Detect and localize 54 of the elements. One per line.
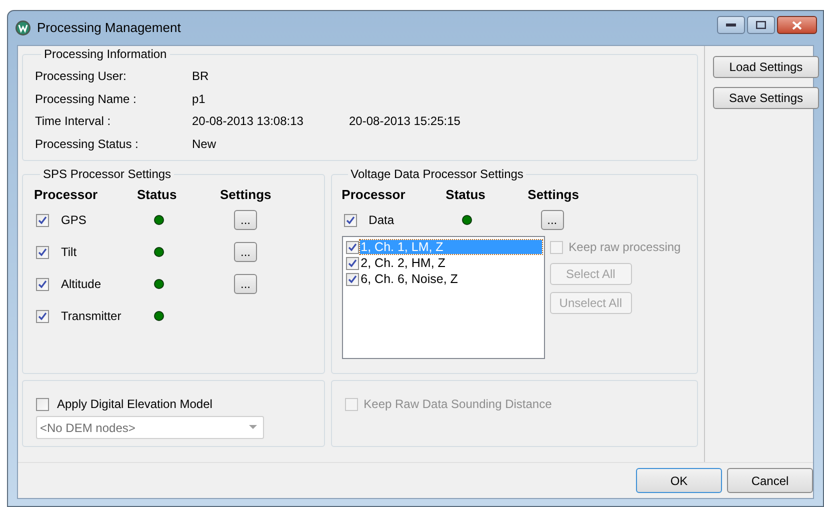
- dialog-button[interactable]: OK: [636, 468, 722, 493]
- dialog-button[interactable]: Cancel: [727, 468, 813, 493]
- processor-name: Tilt: [61, 244, 77, 261]
- column-header: Processor: [34, 186, 99, 204]
- group-title: Processing Information: [43, 47, 168, 61]
- info-label: Processing User:: [35, 68, 128, 86]
- info-label: Processing Name :: [35, 90, 138, 108]
- info-value: 20-08-2013 13:08:13: [192, 113, 304, 130]
- column-header: Status: [137, 186, 178, 204]
- maximize-button[interactable]: [747, 16, 775, 34]
- channel-item[interactable]: 2, Ch. 2, HM, Z: [360, 256, 542, 270]
- column-header: Settings: [528, 186, 579, 204]
- close-icon: [792, 20, 802, 30]
- processor-name: Data: [368, 212, 394, 229]
- checkbox[interactable]: [36, 246, 49, 258]
- column-header: Processor: [342, 186, 406, 204]
- checkbox-label: Keep Raw Data Sounding Distance: [364, 396, 552, 413]
- checkbox[interactable]: [36, 310, 49, 322]
- info-value: p1: [192, 90, 206, 108]
- info-value: BR: [192, 68, 210, 86]
- checkbox[interactable]: [36, 214, 49, 226]
- checkbox-label: Apply Digital Elevation Model: [57, 396, 212, 413]
- minimize-icon: [726, 23, 736, 27]
- window-title: Processing Management: [37, 19, 181, 38]
- maximize-icon: [756, 21, 766, 29]
- checkbox[interactable]: [346, 256, 359, 270]
- processor-name: Transmitter: [61, 308, 122, 325]
- info-value: 20-08-2013 15:25:15: [349, 113, 462, 130]
- column-header: Status: [446, 186, 486, 204]
- checkbox[interactable]: [36, 278, 49, 290]
- settings-file-button[interactable]: Load Settings: [713, 56, 819, 78]
- app-logo-icon: [15, 20, 31, 36]
- group-title: SPS Processor Settings: [42, 167, 172, 181]
- info-label: Processing Status :: [35, 136, 140, 153]
- checkbox-label: Keep raw processing: [568, 239, 681, 256]
- column-header: Settings: [220, 186, 272, 204]
- group-title: Voltage Data Processor Settings: [350, 167, 524, 181]
- button[interactable]: ...: [540, 210, 564, 230]
- checkbox[interactable]: [344, 214, 357, 226]
- dropdown-arrow-icon: [249, 425, 257, 430]
- info-value: New: [192, 136, 218, 153]
- channel-item[interactable]: 6, Ch. 6, Noise, Z: [360, 272, 542, 286]
- checkbox[interactable]: [346, 240, 359, 254]
- button[interactable]: ...: [234, 242, 257, 262]
- button[interactable]: ...: [234, 274, 257, 294]
- checkbox[interactable]: [346, 272, 359, 286]
- close-button[interactable]: [777, 16, 817, 34]
- settings-file-button[interactable]: Save Settings: [713, 87, 819, 109]
- checkbox[interactable]: [36, 398, 49, 410]
- button[interactable]: ...: [234, 210, 257, 230]
- minimize-button[interactable]: [717, 16, 745, 34]
- info-label: Time Interval :: [35, 113, 112, 130]
- processor-name: GPS: [61, 212, 86, 229]
- processor-name: Altitude: [61, 276, 102, 293]
